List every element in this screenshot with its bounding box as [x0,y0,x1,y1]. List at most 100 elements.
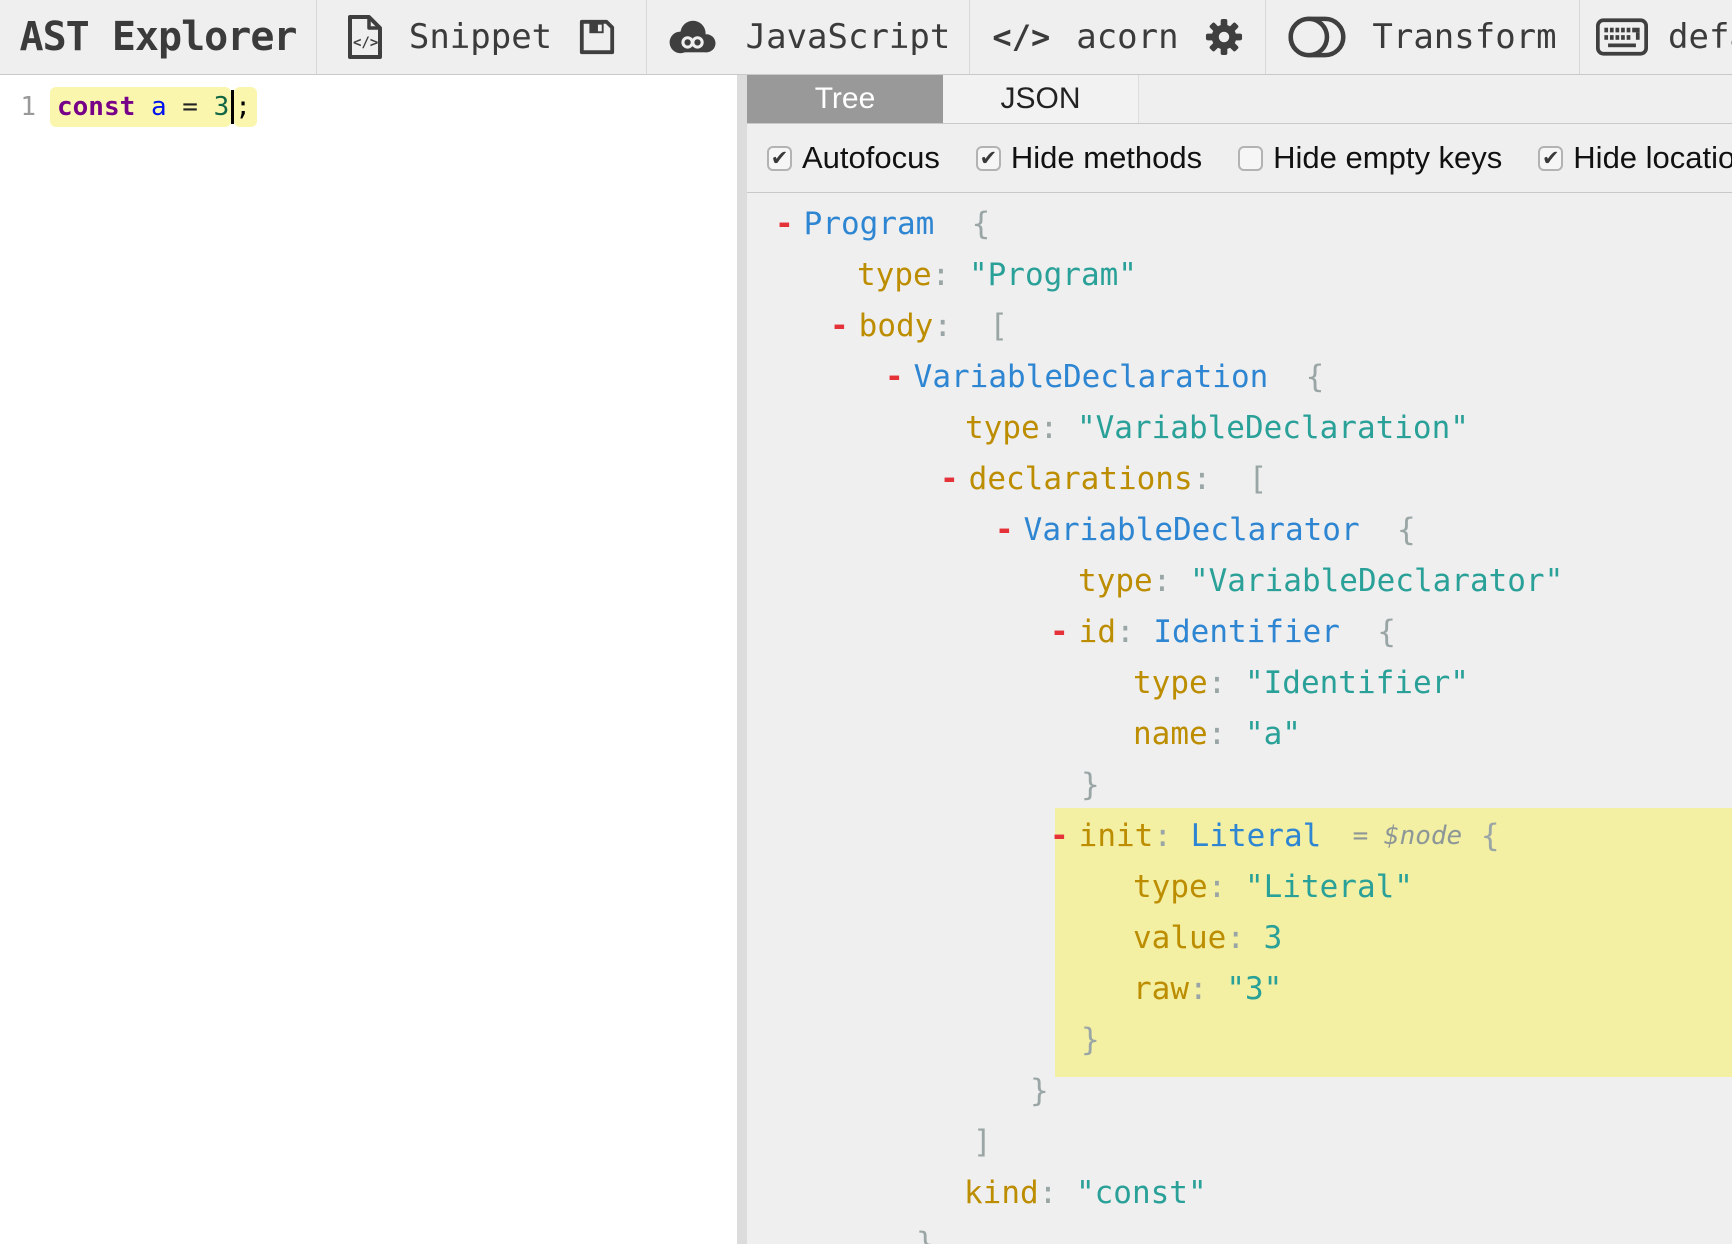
collapse-toggle-icon[interactable]: - [1050,818,1069,854]
ast-property-key: value [1133,919,1227,956]
language-button[interactable]: JavaScript [647,0,970,74]
collapse-toggle-icon[interactable]: - [775,206,794,242]
ast-tree-line[interactable]: } [747,1218,1732,1244]
code-token-operator: = [182,92,198,122]
ast-tabbar: Tree JSON [747,75,1732,124]
ast-node-name[interactable]: Literal [1191,818,1322,854]
code-highlight-mark: const a = 3 [50,87,232,127]
tree-option-hide-empty-keys[interactable]: Hide empty keys [1238,140,1502,176]
transform-label: Transform [1372,17,1557,57]
tree-option-hide-location-data[interactable]: ✔ Hide location data [1538,140,1732,176]
ast-value-string: "Identifier" [1244,664,1469,701]
ast-tree-line[interactable]: - VariableDeclarator { [747,504,1732,555]
option-label: Hide methods [1010,140,1203,175]
ast-property-key: declarations [968,460,1193,497]
code-token-def: a [150,92,167,122]
tree-option-hide-methods[interactable]: ✔ Hide methods [975,140,1203,176]
ast-value-string: "VariableDeclaration" [1076,409,1469,446]
ast-tree-line[interactable]: - body: [ [747,300,1732,351]
ast-punctuation: } [1081,1021,1100,1058]
ast-node-name[interactable]: Program [804,206,935,242]
ast-tree-line[interactable]: - VariableDeclaration { [747,351,1732,402]
collapse-toggle-icon[interactable]: - [940,461,959,497]
ast-punctuation: : [1207,664,1245,701]
snippet-button[interactable]: </> Snippet [317,0,647,74]
ast-tree-line[interactable]: raw: "3" [747,963,1732,1014]
ast-node-name[interactable]: VariableDeclarator [1024,512,1360,548]
code-brackets-icon: </> [992,18,1051,56]
ast-punctuation: } [1030,1072,1049,1109]
panel-splitter[interactable] [737,75,747,1244]
tab-json[interactable]: JSON [943,75,1139,123]
parser-label: acorn [1076,17,1179,57]
ast-punctuation: { [934,205,991,242]
language-label: JavaScript [745,17,951,57]
ast-property-key: kind [964,1174,1039,1211]
keymap-button[interactable]: default [1580,0,1732,74]
ast-property-key: type [1078,562,1153,599]
checkbox-unchecked-icon[interactable] [1238,145,1264,171]
main-area: 1 const a = 3; Tree JSON ✔ Autofocus ✔ Hide … [0,75,1732,1244]
ast-tree-line[interactable]: - declarations: [ [747,453,1732,504]
code-content: const a = 3; [50,87,257,127]
ast-tree-line[interactable]: type: "Identifier" [747,657,1732,708]
ast-property-key: raw [1133,970,1189,1007]
ast-node-name[interactable]: Identifier [1153,614,1340,650]
ast-tree-line[interactable]: type: "Literal" [747,861,1732,912]
ast-tree-line[interactable]: - init: Literal = $node { [747,810,1732,861]
save-icon[interactable] [578,18,616,56]
ast-punctuation: : [ [1192,460,1268,497]
tree-option-autofocus[interactable]: ✔ Autofocus [767,140,940,176]
code-line: 1 const a = 3; [0,87,257,127]
ast-tree-line[interactable]: name: "a" [747,708,1732,759]
ast-punctuation: { [1339,613,1396,650]
ast-value-string: 3 [1263,919,1283,956]
ast-tree-line[interactable]: } [747,759,1732,810]
ast-tree-line[interactable]: - Program { [747,198,1732,249]
collapse-toggle-icon[interactable]: - [830,308,849,344]
code-editor[interactable]: 1 const a = 3; [0,75,737,1244]
tree-options-row: ✔ Autofocus ✔ Hide methods Hide empty keys ✔ H… [747,124,1732,193]
checkbox-checked-icon[interactable]: ✔ [1538,145,1564,171]
ast-tree-line[interactable]: value: 3 [747,912,1732,963]
checkbox-checked-icon[interactable]: ✔ [767,145,792,171]
ast-value-string: "VariableDeclarator" [1189,562,1564,599]
ast-node-name[interactable]: VariableDeclaration [914,359,1269,395]
semicolon-token: ; [234,87,257,127]
ast-value-string: "Literal" [1244,868,1413,905]
ast-punctuation: : [1116,613,1154,650]
ast-tree-line[interactable]: kind: "const" [747,1167,1732,1218]
ast-tree-line[interactable]: - id: Identifier { [747,606,1732,657]
option-label: Hide location data [1573,140,1732,175]
checkbox-checked-icon[interactable]: ✔ [975,145,1001,171]
ast-tree-line[interactable]: type: "Program" [747,249,1732,300]
svg-text:</>: </> [353,35,378,51]
collapse-toggle-icon[interactable]: - [885,359,904,395]
ast-tree: - Program {type: "Program" - body: [- Variab… [747,192,1732,1244]
ast-punctuation: : [1207,715,1245,752]
collapse-toggle-icon[interactable]: - [1050,614,1069,650]
ast-punctuation: : [1038,1174,1076,1211]
ast-tree-line[interactable]: ] [747,1116,1732,1167]
code-token-keyword: const [57,92,136,122]
ast-punctuation: } [1081,766,1100,803]
transform-toggle[interactable]: Transform [1266,0,1580,74]
ast-tree-line[interactable]: } [747,1014,1732,1065]
parser-section[interactable]: </> acorn [970,0,1266,74]
ast-tree-line[interactable]: type: "VariableDeclaration" [747,402,1732,453]
code-token-number: 3 [213,92,230,122]
toggle-off-icon [1288,16,1346,58]
ast-punctuation: : [1153,817,1191,854]
ast-punctuation: { [1462,817,1500,854]
ast-tree-line[interactable]: type: "VariableDeclarator" [747,555,1732,606]
ast-punctuation: : [1189,970,1227,1007]
ast-property-key: name [1133,715,1208,752]
collapse-toggle-icon[interactable]: - [995,512,1014,548]
tab-tree[interactable]: Tree [747,75,943,123]
ast-tree-line[interactable]: } [747,1065,1732,1116]
cloud-icon [666,17,720,57]
parser-settings-gear-icon[interactable] [1205,18,1243,56]
ast-value-string: "a" [1244,715,1301,752]
